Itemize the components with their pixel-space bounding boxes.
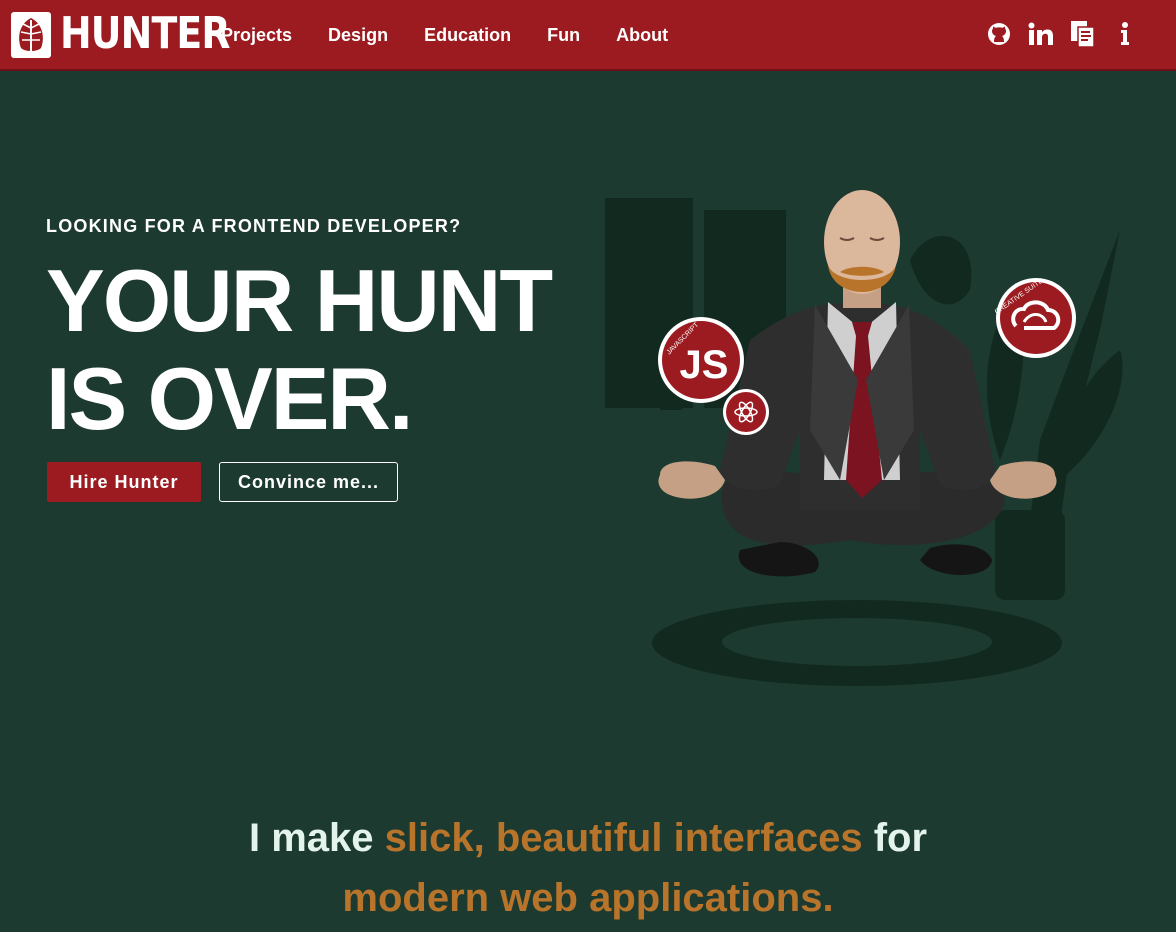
nav-link-education[interactable]: Education (424, 25, 511, 46)
hero-eyebrow: LOOKING FOR A FRONTEND DEVELOPER? (46, 216, 462, 236)
leaf-icon[interactable] (11, 12, 51, 58)
nav-link-fun[interactable]: Fun (547, 25, 580, 46)
nav-link-projects[interactable]: Projects (221, 25, 292, 46)
brand-name[interactable]: HUNTER (60, 6, 231, 62)
tagline-highlight-2: modern web applications. (342, 876, 834, 920)
hire-hunter-button[interactable]: Hire Hunter (47, 462, 201, 502)
linkedin-icon[interactable] (1028, 20, 1054, 48)
tagline-highlight-1: slick, beautiful interfaces (384, 816, 863, 860)
resume-icon[interactable] (1070, 20, 1096, 48)
react-badge (723, 389, 769, 435)
social-links (970, 20, 1138, 48)
tagline: I make slick, beautiful interfaces for m… (0, 808, 1176, 928)
hero-headline: YOUR HUNT IS OVER. (46, 251, 553, 448)
headline-line-1: YOUR HUNT (46, 251, 553, 350)
hero-illustration: JS JAVASCRIPT CREATIVE SUITE (600, 180, 1140, 700)
nav-link-about[interactable]: About (616, 25, 668, 46)
convince-me-button[interactable]: Convince me... (219, 462, 398, 502)
main-nav: Projects Design Education Fun About (221, 0, 704, 71)
top-navbar: HUNTER Projects Design Education Fun Abo… (0, 0, 1176, 71)
nav-link-design[interactable]: Design (328, 25, 388, 46)
tagline-part-3: for (862, 816, 928, 860)
js-badge-text: JS (680, 343, 729, 387)
left-hand (658, 461, 725, 499)
tagline-part-1: I make (248, 816, 385, 860)
javascript-badge: JS JAVASCRIPT (658, 317, 744, 403)
headline-line-2: IS OVER. (46, 349, 413, 448)
info-icon[interactable] (1112, 20, 1138, 48)
github-icon[interactable] (986, 20, 1012, 48)
